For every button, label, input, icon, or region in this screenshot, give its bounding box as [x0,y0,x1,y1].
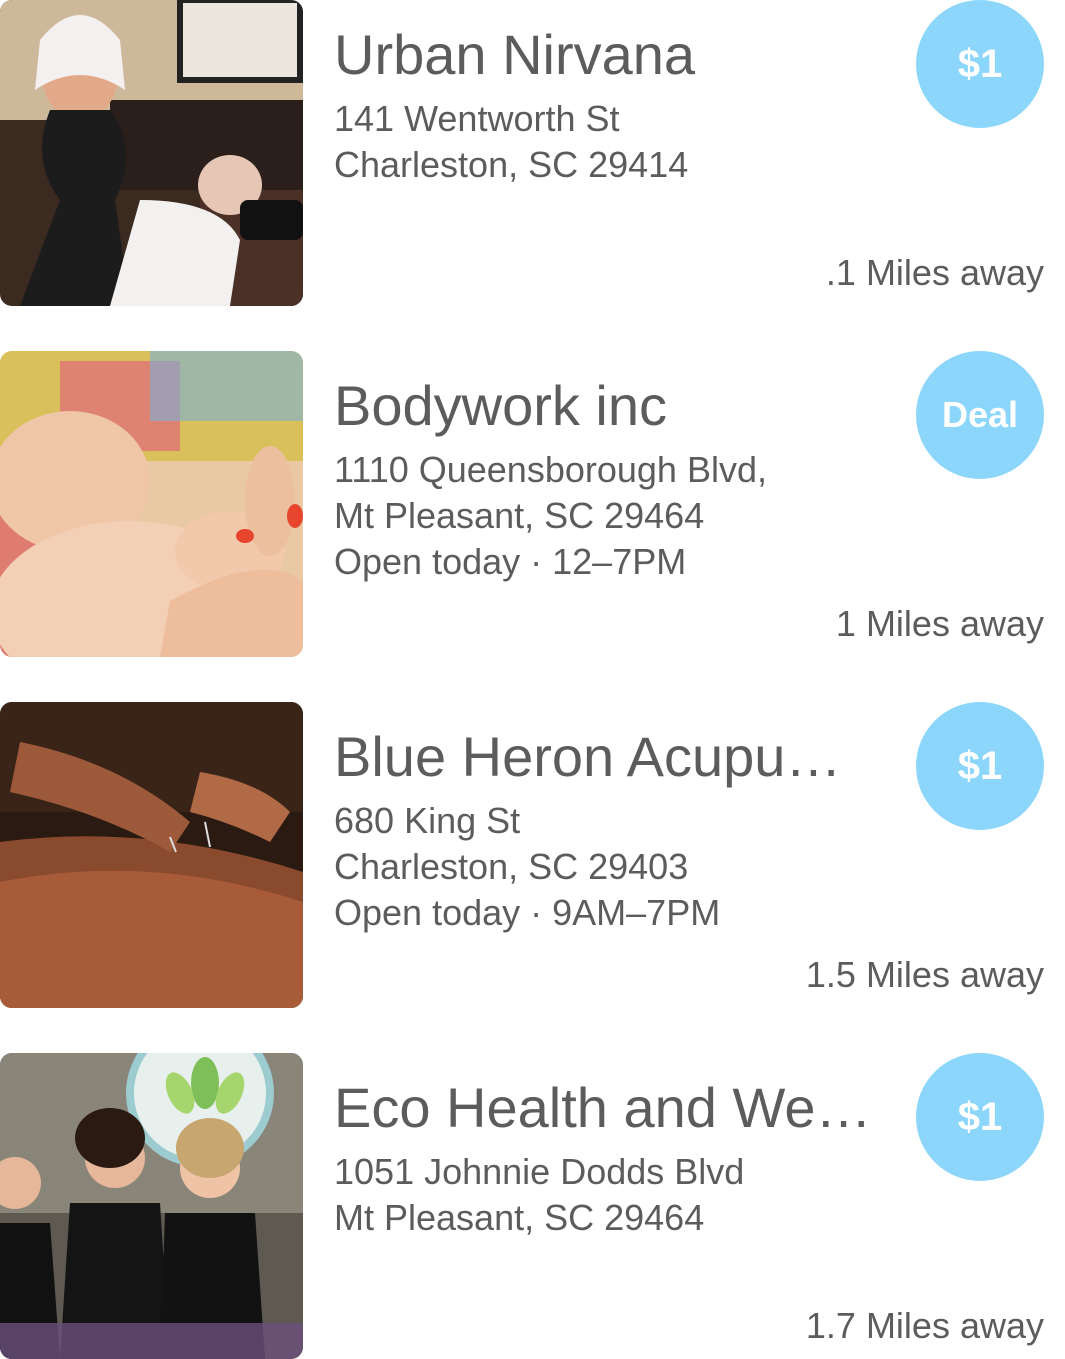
listing-card[interactable]: Bodywork inc 1110 Queensborough Blvd, Mt… [0,351,1065,657]
listing-card[interactable]: Eco Health and We… 1051 Johnnie Dodds Bl… [0,1053,1065,1359]
address-line-1: 141 Wentworth St [334,98,620,139]
staff-group-photo [0,1053,303,1359]
listing-address: 680 King St Charleston, SC 29403 Open to… [334,798,894,936]
listing-address: 141 Wentworth St Charleston, SC 29414 [334,96,894,188]
address-line-1: 1110 Queensborough Blvd, [334,449,767,490]
distance-label: 1 Miles away [835,603,1044,644]
distance-label: 1.5 Miles away [805,954,1044,995]
listing-address: 1110 Queensborough Blvd, Mt Pleasant, SC… [334,447,894,585]
listing-name[interactable]: Bodywork inc [334,373,909,439]
address-line-2: Mt Pleasant, SC 29464 [334,1197,705,1238]
acupuncture-photo [0,702,303,1008]
baby-foot-massage-photo [0,351,303,657]
listing-card[interactable]: Blue Heron Acupu… 680 King St Charleston… [0,702,1065,1008]
deal-badge[interactable]: Deal [916,351,1044,479]
listing-name[interactable]: Urban Nirvana [334,22,909,88]
price-badge[interactable]: $1 [916,1053,1044,1181]
listing-card[interactable]: Urban Nirvana 141 Wentworth St Charlesto… [0,0,1065,306]
listing-address: 1051 Johnnie Dodds Blvd Mt Pleasant, SC … [334,1149,894,1241]
listing-list: Urban Nirvana 141 Wentworth St Charlesto… [0,0,1065,1359]
listing-name[interactable]: Eco Health and We… [334,1075,909,1141]
hours-label: Open today · 9AM–7PM [334,892,721,933]
distance-label: .1 Miles away [825,252,1044,293]
address-line-1: 1051 Johnnie Dodds Blvd [334,1151,745,1192]
distance-label: 1.7 Miles away [805,1305,1044,1346]
price-badge[interactable]: $1 [916,0,1044,128]
listing-name[interactable]: Blue Heron Acupu… [334,724,909,790]
price-badge[interactable]: $1 [916,702,1044,830]
address-line-2: Charleston, SC 29403 [334,846,689,887]
address-line-2: Charleston, SC 29414 [334,144,689,185]
address-line-1: 680 King St [334,800,521,841]
hours-label: Open today · 12–7PM [334,541,687,582]
massage-photo [0,0,303,306]
address-line-2: Mt Pleasant, SC 29464 [334,495,705,536]
